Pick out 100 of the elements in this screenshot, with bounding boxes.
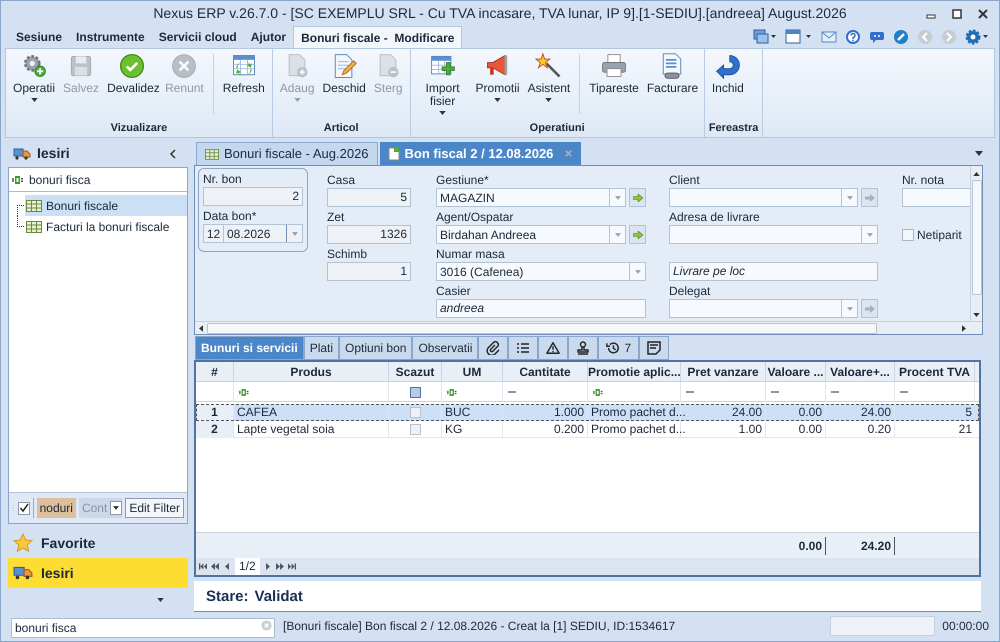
nav-item[interactable]: Iesiri [8,558,188,588]
edit-filter-button[interactable]: Edit Filter [125,498,184,518]
scroll-thumb[interactable] [207,322,877,334]
horizontal-scrollbar[interactable] [195,321,982,334]
scroll-thumb[interactable] [972,180,982,295]
checkbox[interactable] [410,407,420,418]
filter-tag[interactable]: noduri [36,498,76,518]
document-tab[interactable]: Bon fiscal 2 / 12.08.2026 [380,142,582,165]
list-icon [516,341,530,355]
state-label: Stare: [206,586,249,606]
icon-tab[interactable]: 7 [598,336,640,360]
number-field[interactable]: 5 [327,188,411,207]
ribbon-button[interactable]: Devalidez [104,52,160,95]
group-label: Articol [322,121,360,136]
icon-tab[interactable] [639,336,670,360]
maximize-icon[interactable] [951,8,963,20]
tree-item[interactable]: Facturi la bonuri fiscale [25,216,187,237]
link-icon[interactable] [893,29,909,45]
combo-box[interactable]: MAGAZIN [436,188,626,207]
column-header[interactable]: Procent TVA [895,362,975,382]
menu-tab[interactable]: Bonuri fiscale - Modificare [293,26,462,48]
go-button[interactable] [629,188,646,207]
column-header[interactable]: Valoare ... [766,362,826,382]
calendar-icon[interactable] [785,29,813,45]
checkbox[interactable] [902,228,914,240]
ribbon-button[interactable]: Facturare [644,52,700,95]
windows-icon[interactable] [753,29,777,45]
chat-icon[interactable] [869,29,885,45]
tree-item[interactable]: Bonuri fiscale [25,195,187,216]
ribbon-button[interactable]: Asistent [524,52,574,102]
filter-icon[interactable] [593,388,605,396]
ribbon-button[interactable]: Inchid [708,52,747,95]
left-arrow-icon[interactable] [199,324,203,332]
first-page-icon[interactable] [199,563,207,570]
ribbon-button[interactable]: Promotii [472,52,523,102]
down-arrow-icon[interactable] [973,313,980,317]
checkbox[interactable] [18,502,30,514]
column-header[interactable]: Produs [234,362,389,382]
sub-tab[interactable]: Observatii [412,336,478,360]
table-row[interactable]: 1 CAFEA BUC 1.000 Promo pachet d... 24.00 0.00 24.00 5 [196,404,979,421]
next-icon[interactable] [264,563,272,570]
sub-tab[interactable]: Bunuri si servicii [195,336,304,360]
right-arrow-icon[interactable] [962,324,966,332]
vertical-scrollbar[interactable] [970,166,982,321]
checkbox[interactable] [410,424,420,435]
number-field[interactable]: 1326 [327,225,411,244]
table-row[interactable]: 2 Lapte vegetal soia KG 0.200 Promo pachet d... 1.00 0.00 0.20 21 [196,421,979,438]
menu-tab[interactable]: Sesiune [9,26,70,48]
caret-icon[interactable] [975,151,983,156]
collapse-icon[interactable] [169,148,177,158]
number-field[interactable]: 1 [327,262,411,281]
filter-icon[interactable] [447,388,459,396]
search-field[interactable]: bonuri fisca [11,618,275,638]
help-icon[interactable] [845,29,861,45]
mail-icon[interactable] [821,29,837,45]
go-button[interactable] [629,225,646,244]
document-tab[interactable]: Bonuri fiscale - Aug.2026 [196,142,378,165]
x-circle-icon [170,52,198,80]
fast-back-icon[interactable] [211,563,219,570]
caret-icon[interactable] [157,598,164,602]
ribbon-button[interactable]: Refresh [220,52,268,95]
sub-tab[interactable]: Plati [304,336,340,360]
column-header[interactable]: UM [442,362,503,382]
sub-tab[interactable]: Optiuni bon [339,336,412,360]
search-field[interactable]: bonuri fisca [29,170,184,188]
ribbon-button[interactable]: Deschid [320,52,369,95]
last-page-icon[interactable] [288,563,296,570]
close-icon[interactable] [977,8,989,20]
icon-tab[interactable] [568,336,598,360]
menu-tab[interactable]: Instrumente [69,26,152,48]
ribbon-button[interactable]: Import fisier [414,52,471,115]
icon-tab[interactable] [478,336,508,360]
text-field[interactable]: andreea [436,299,646,318]
fast-forward-icon[interactable] [276,563,284,570]
number-field[interactable]: 2 [203,187,303,206]
column-header[interactable]: Promotie aplic... [588,362,681,382]
column-header[interactable]: # [196,362,234,382]
combo-box[interactable]: Birdahan Andreea [436,225,626,244]
date-picker[interactable]: 12 08.2026 [203,224,303,243]
icon-tab[interactable] [508,336,538,360]
menu-tab[interactable]: Ajutor [244,26,294,48]
column-header[interactable]: Valoare+... [826,362,895,382]
up-arrow-icon[interactable] [973,172,980,176]
menu-tab[interactable]: Servicii cloud [152,26,244,48]
column-header[interactable]: Cantitate [503,362,588,382]
arrow-right-icon [864,304,874,312]
column-header[interactable]: Pret vanzare [681,362,766,382]
field-label: Casa [327,172,356,188]
settings-icon[interactable] [965,29,989,45]
checkbox[interactable] [410,386,420,398]
icon-tab[interactable] [538,336,568,360]
ribbon-button[interactable]: Tipareste [586,52,642,95]
text-field[interactable]: Livrare pe loc [669,262,878,281]
ribbon-button[interactable]: Operatii [10,52,58,102]
combo-box[interactable]: 3016 (Cafenea) [436,262,646,281]
group-label: Fereastra [708,121,758,136]
previous-icon[interactable] [223,563,231,570]
column-header[interactable]: Scazut [389,362,442,382]
text-field[interactable] [902,188,970,207]
filter-icon[interactable] [239,388,251,396]
